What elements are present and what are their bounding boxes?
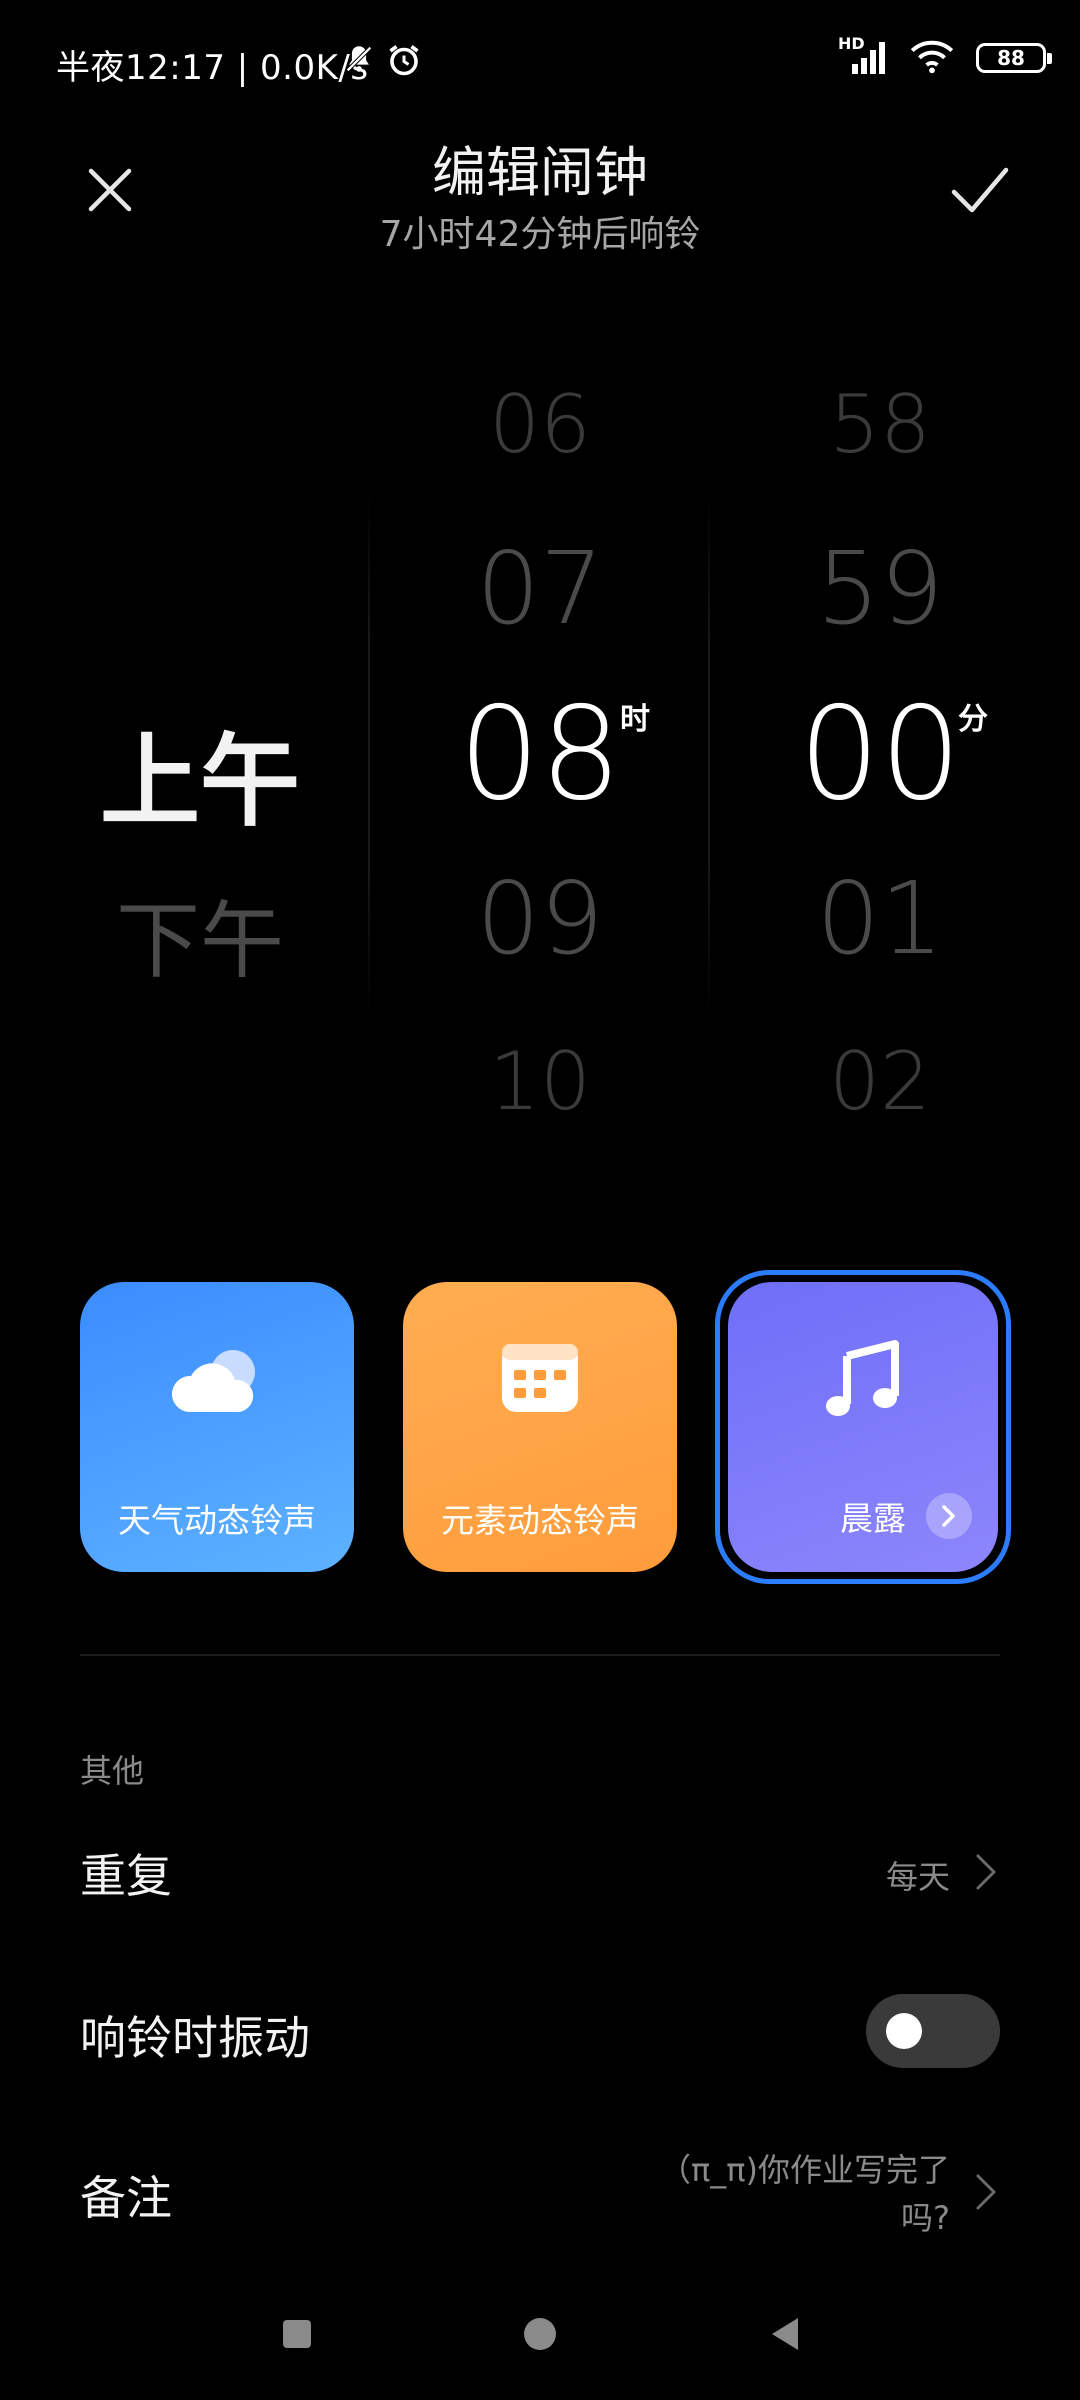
hour-option[interactable]: 06 (400, 378, 680, 471)
cloud-icon (171, 1350, 255, 1412)
confirm-button[interactable] (940, 150, 1020, 230)
repeat-label: 重复 (80, 1849, 172, 1903)
element-ringtone-label: 元素动态铃声 (441, 1501, 639, 1540)
note-label: 备注 (80, 2171, 172, 2225)
note-value: （π_π)你作业写完了 吗? (659, 2146, 950, 2242)
hour-option[interactable]: 07 (400, 530, 680, 647)
hour-option[interactable]: 10 (400, 1035, 680, 1128)
recents-button[interactable] (283, 2320, 311, 2348)
element-ringtone-card[interactable]: 元素动态铃声 (403, 1282, 677, 1572)
minute-unit-label: 分 (958, 702, 988, 737)
minute-option[interactable]: 02 (740, 1035, 1020, 1128)
back-triangle-icon (772, 2318, 798, 2350)
cellular-signal-icon: HD (838, 34, 888, 78)
note-row[interactable]: 备注 （π_π)你作业写完了 吗? (80, 2140, 1000, 2250)
hour-unit-label: 时 (620, 702, 650, 737)
mute-bell-icon (342, 42, 376, 80)
vibrate-toggle[interactable] (866, 1994, 1000, 2068)
weather-ringtone-card[interactable]: 天气动态铃声 (80, 1282, 354, 1572)
section-label-other: 其他 (80, 1752, 145, 1790)
ring-countdown: 7小时42分钟后响铃 (379, 214, 701, 255)
wifi-icon (910, 38, 954, 78)
minute-option[interactable]: 01 (740, 860, 1020, 977)
battery-indicator: 88 (976, 43, 1052, 73)
hour-option[interactable]: 09 (400, 860, 680, 977)
home-button[interactable] (524, 2318, 556, 2350)
music-ringtone-card[interactable]: 晨露 (728, 1282, 998, 1572)
alarm-clock-icon (386, 42, 422, 82)
ampm-selected[interactable]: 上午 (70, 700, 330, 845)
minute-option[interactable]: 59 (740, 530, 1020, 647)
picker-divider (708, 490, 710, 1020)
music-note-icon (826, 1340, 899, 1416)
note-value-line: （π_π)你作业写完了 (658, 2151, 950, 2189)
calendar-icon (502, 1344, 578, 1412)
chevron-right-icon (976, 2174, 996, 2210)
navigation-bar (0, 2290, 1080, 2380)
check-icon (951, 167, 1009, 213)
weather-ringtone-label: 天气动态铃声 (118, 1501, 316, 1540)
status-time-speed: 半夜12:17 | 0.0K/s (56, 48, 369, 88)
section-divider (80, 1654, 1000, 1656)
picker-divider (368, 490, 370, 1020)
back-button[interactable] (770, 2316, 800, 2356)
repeat-value: 每天 (885, 1858, 950, 1896)
repeat-row[interactable]: 重复 每天 (80, 1836, 1000, 1906)
status-bar: 半夜12:17 | 0.0K/s HD 88 (0, 0, 1080, 120)
note-value-line: 吗? (901, 2199, 950, 2237)
minute-option[interactable]: 58 (740, 378, 1020, 471)
vibrate-label: 响铃时振动 (80, 2011, 310, 2065)
toggle-knob (886, 2013, 922, 2049)
chevron-right-icon (926, 1493, 972, 1539)
vibrate-row[interactable]: 响铃时振动 (80, 1994, 1000, 2070)
page-title: 编辑闹钟 (432, 141, 648, 204)
chevron-right-icon (976, 1854, 996, 1890)
battery-level: 88 (997, 46, 1025, 70)
music-ringtone-label: 晨露 (840, 1499, 906, 1538)
ampm-option[interactable]: 下午 (70, 874, 330, 995)
